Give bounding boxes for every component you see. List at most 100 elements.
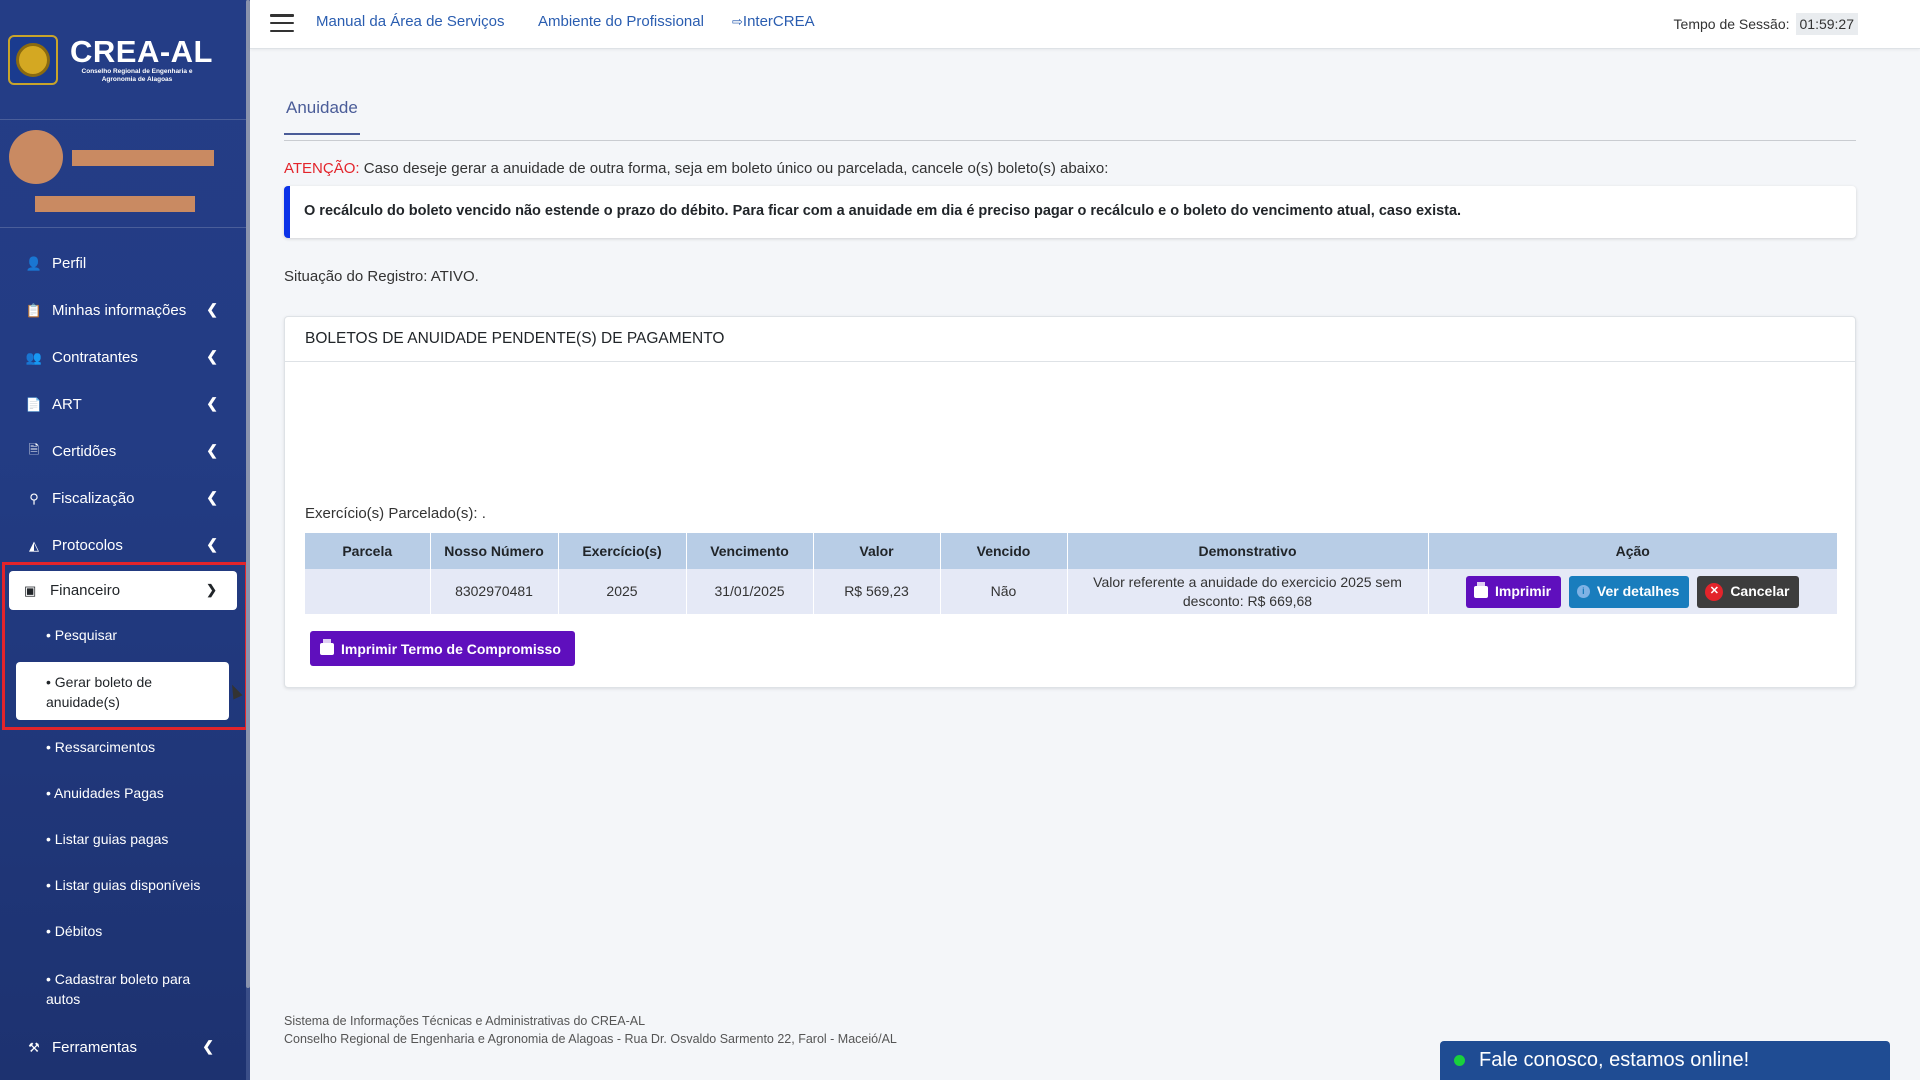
login-icon: ⇨ xyxy=(732,14,743,29)
online-status-icon xyxy=(1454,1055,1465,1066)
col-demonstrativo: Demonstrativo xyxy=(1067,533,1429,569)
sidebar-subitem-guias-disponiveis[interactable]: • Listar guias disponíveis xyxy=(46,877,200,893)
chevron-left-icon: ❮ xyxy=(202,1038,214,1054)
sidebar-item-financeiro[interactable]: ▣ Financeiro ❯ xyxy=(9,571,237,610)
sidebar-item-art[interactable]: 📄 ART ❮ xyxy=(0,381,250,428)
details-button[interactable]: i Ver detalhes xyxy=(1568,575,1690,608)
sidebar-item-label: Minhas informações xyxy=(52,302,187,319)
inbox-icon: ◭ xyxy=(29,537,39,553)
document-icon: 📄 xyxy=(25,396,43,412)
chevron-left-icon: ❮ xyxy=(206,301,218,317)
printer-icon xyxy=(320,638,334,655)
col-vencido: Vencido xyxy=(940,533,1068,569)
sidebar-item-label: ART xyxy=(52,396,82,413)
cell-vencido: Não xyxy=(940,569,1068,614)
sidebar-item-perfil[interactable]: 👤 Perfil xyxy=(0,240,250,287)
sidebar-item-fiscalizacao[interactable]: ⚲ Fiscalização ❮ xyxy=(0,475,250,522)
sidebar-nav: 👤 Perfil 📋 Minhas informações ❮ 👥 Contra… xyxy=(0,228,250,569)
info-alert: O recálculo do boleto vencido não estend… xyxy=(284,186,1856,238)
chevron-left-icon: ❮ xyxy=(206,395,218,411)
topbar: Manual da Área de Serviços Ambiente do P… xyxy=(250,0,1920,49)
print-button[interactable]: Imprimir xyxy=(1466,575,1562,608)
sidebar-item-label: Financeiro xyxy=(50,582,121,599)
link-ambiente-profissional[interactable]: Ambiente do Profissional xyxy=(538,13,704,30)
session-time: 01:59:27 xyxy=(1795,13,1858,35)
sidebar-item-minhas-informacoes[interactable]: 📋 Minhas informações ❮ xyxy=(0,287,250,334)
tools-icon: ⚒ xyxy=(28,1039,40,1055)
table-header-row: Parcela Nosso Número Exercício(s) Vencim… xyxy=(305,533,1837,569)
tab-underline xyxy=(284,133,360,135)
sidebar-subitem-label: • Gerar boleto de anuidade(s) xyxy=(46,674,153,710)
sidebar-item-label: Contratantes xyxy=(52,349,138,366)
col-valor: Valor xyxy=(813,533,941,569)
sidebar-subitem-debitos[interactable]: • Débitos xyxy=(46,923,102,939)
sidebar-subitem-pesquisar[interactable]: • Pesquisar xyxy=(46,627,117,643)
sidebar-subitem-cadastrar-boleto[interactable]: • Cadastrar boleto para autos xyxy=(46,969,196,1009)
col-parcela: Parcela xyxy=(305,533,431,569)
footer: Sistema de Informações Técnicas e Admini… xyxy=(284,1012,897,1048)
sidebar-item-label: Certidões xyxy=(52,443,117,460)
cell-vencimento: 31/01/2025 xyxy=(686,569,814,614)
divider xyxy=(284,140,1856,141)
sidebar-scrollbar[interactable] xyxy=(246,0,250,1080)
brand[interactable]: CREA-AL Conselho Regional de Engenharia … xyxy=(0,0,250,120)
sidebar-item-ferramentas[interactable]: ⚒ Ferramentas ❮ xyxy=(0,1024,246,1071)
avatar[interactable] xyxy=(9,130,63,184)
sidebar: CREA-AL Conselho Regional de Engenharia … xyxy=(0,0,250,1080)
sidebar-subitem-gerar-boleto[interactable]: • Gerar boleto de anuidade(s) xyxy=(16,662,229,720)
boletos-card: BOLETOS DE ANUIDADE PENDENTE(S) DE PAGAM… xyxy=(284,316,1856,688)
info-icon: i xyxy=(1576,585,1590,598)
details-label: Ver detalhes xyxy=(1596,583,1680,599)
print-label: Imprimir xyxy=(1495,583,1552,599)
cell-demonstrativo: Valor referente a anuidade do exercicio … xyxy=(1067,569,1429,614)
cell-acao: Imprimir i Ver detalhes ✕ Cancelar xyxy=(1428,569,1837,614)
sidebar-item-contratantes[interactable]: 👥 Contratantes ❮ xyxy=(0,334,250,381)
footer-line-1: Sistema de Informações Técnicas e Admini… xyxy=(284,1014,646,1028)
link-intercrea[interactable]: ⇨InterCREA xyxy=(732,13,815,30)
search-icon: ⚲ xyxy=(29,490,39,506)
money-icon: ▣ xyxy=(24,582,37,598)
cell-exercicio: 2025 xyxy=(558,569,687,614)
chevron-left-icon: ❮ xyxy=(206,536,218,552)
sidebar-item-certidoes[interactable]: 🗎 Certidões ❮ xyxy=(0,428,250,475)
menu-toggle-icon[interactable] xyxy=(270,14,294,32)
registro-situacao: Situação do Registro: ATIVO. xyxy=(284,268,479,285)
sidebar-subitem-anuidades-pagas[interactable]: • Anuidades Pagas xyxy=(46,785,164,801)
print-termo-label: Imprimir Termo de Compromisso xyxy=(341,640,561,657)
col-acao: Ação xyxy=(1428,533,1837,569)
cell-valor: R$ 569,23 xyxy=(813,569,941,614)
chat-widget[interactable]: Fale conosco, estamos online! xyxy=(1440,1041,1890,1080)
sidebar-item-label: Ferramentas xyxy=(52,1039,138,1056)
chat-label: Fale conosco, estamos online! xyxy=(1479,1049,1750,1071)
chevron-left-icon: ❮ xyxy=(206,442,218,458)
link-label: InterCREA xyxy=(742,13,815,30)
cell-parcela xyxy=(305,569,431,614)
col-exercicio: Exercício(s) xyxy=(558,533,687,569)
brand-name: CREA-AL xyxy=(70,33,213,69)
session-label: Tempo de Sessão: xyxy=(1673,16,1790,32)
tab-anuidade[interactable]: Anuidade xyxy=(286,98,358,118)
exercicios-parcelados: Exercício(s) Parcelado(s): . xyxy=(305,505,486,522)
file-icon: 🗎 xyxy=(28,441,40,457)
col-vencimento: Vencimento xyxy=(686,533,814,569)
link-manual-servicos[interactable]: Manual da Área de Serviços xyxy=(316,13,504,30)
chevron-left-icon: ❮ xyxy=(206,489,218,505)
col-nosso-numero: Nosso Número xyxy=(430,533,559,569)
printer-icon xyxy=(1474,581,1489,598)
sidebar-subitem-guias-pagas[interactable]: • Listar guias pagas xyxy=(46,831,168,847)
user-panel xyxy=(0,120,250,228)
user-icon: 👤 xyxy=(25,255,43,271)
footer-line-2: Conselho Regional de Engenharia e Agrono… xyxy=(284,1032,897,1046)
print-termo-button[interactable]: Imprimir Termo de Compromisso xyxy=(310,631,575,666)
chevron-left-icon: ❮ xyxy=(206,348,218,364)
attention-prefix: ATENÇÃO: xyxy=(284,160,360,177)
cancel-button[interactable]: ✕ Cancelar xyxy=(1697,575,1800,608)
session-timer: Tempo de Sessão: 01:59:27 xyxy=(1674,13,1858,35)
crea-seal-logo xyxy=(8,34,58,85)
attention-message: ATENÇÃO: Caso deseje gerar a anuidade de… xyxy=(284,160,1108,177)
sidebar-subitem-ressarcimentos[interactable]: • Ressarcimentos xyxy=(46,739,155,755)
sidebar-item-label: Protocolos xyxy=(52,537,123,554)
redacted-user-info xyxy=(35,196,195,212)
cancel-label: Cancelar xyxy=(1730,583,1790,599)
brand-subtitle: Conselho Regional de Engenharia e Agrono… xyxy=(81,67,193,83)
